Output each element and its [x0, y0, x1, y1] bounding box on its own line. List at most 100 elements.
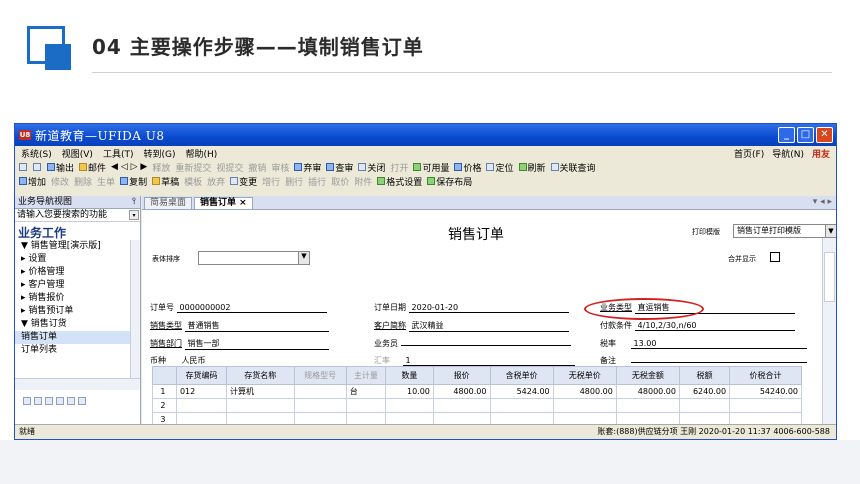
payment-terms-input[interactable]: 4/10,2/30,n/60	[634, 321, 795, 331]
format-settings-button[interactable]: 格式设置	[377, 175, 422, 188]
delete-row-button[interactable]: 删行	[285, 175, 303, 188]
menu-tools[interactable]: 工具(T)	[103, 147, 134, 160]
department-input[interactable]: 销售一部	[184, 338, 329, 350]
add-row-button[interactable]: 增行	[262, 175, 280, 188]
module-icon[interactable]	[23, 397, 31, 405]
salesman-input[interactable]	[400, 345, 571, 346]
release-button[interactable]: 释放	[152, 161, 170, 174]
nav-vertical-scrollbar[interactable]	[130, 240, 140, 378]
exchange-rate-input[interactable]: 1	[402, 356, 575, 366]
column-header[interactable]: 含税单价	[489, 366, 554, 385]
column-header[interactable]: 存货名称	[226, 366, 295, 385]
resubmit-button[interactable]: 重新提交	[175, 161, 211, 174]
column-header[interactable]: 无税金额	[615, 366, 680, 385]
menu-goto[interactable]: 转到(G)	[143, 147, 175, 160]
edit-button[interactable]: 修改	[51, 175, 69, 188]
tax-rate-input[interactable]: 13.00	[630, 339, 807, 349]
template-button[interactable]: 模板	[184, 175, 202, 188]
column-header[interactable]: 数量	[384, 366, 434, 385]
tree-item-sales-ordering[interactable]: ▼ 销售订货	[15, 318, 140, 331]
chevron-down-icon[interactable]: ▼	[825, 225, 836, 237]
nav-horizontal-scrollbar[interactable]	[15, 378, 140, 390]
related-query-button[interactable]: 关联查询	[550, 161, 596, 174]
module-icon[interactable]	[67, 397, 75, 405]
mail-button[interactable]: 邮件	[79, 161, 106, 174]
menu-system[interactable]: 系统(S)	[21, 147, 52, 160]
price-button[interactable]: 价格	[454, 161, 481, 174]
view-submit-button[interactable]: 视提交	[216, 161, 243, 174]
copy-button[interactable]: 复制	[120, 175, 147, 188]
tree-item-sales-management[interactable]: ▼ 销售管理[演示版]	[15, 240, 140, 253]
attachment-button[interactable]: 附件	[354, 175, 372, 188]
customer-input[interactable]: 武汉精益	[408, 320, 569, 332]
function-search-input[interactable]: 请输入您要搜索的功能 ▾	[15, 209, 140, 222]
tab-scroll-icon[interactable]: ▾ ◂ ▸	[813, 197, 832, 207]
maximize-button[interactable]: □	[797, 127, 814, 143]
order-date-input[interactable]: 2020-01-20	[408, 303, 569, 313]
column-header[interactable]: 价税合计	[729, 366, 802, 385]
order-no-input[interactable]: 0000000002	[176, 303, 327, 313]
column-header[interactable]: 报价	[432, 366, 491, 385]
column-header[interactable]: 税额	[678, 366, 731, 385]
pin-icon[interactable]: ⫯	[132, 196, 136, 208]
tab-simple-desktop[interactable]: 简易桌面	[144, 197, 193, 209]
module-icon[interactable]	[45, 397, 53, 405]
check-audit-button[interactable]: 查审	[326, 161, 353, 174]
available-qty-button[interactable]: 可用量	[413, 161, 449, 174]
nav-arrows-icon[interactable]: ◀ ◁ ▷ ▶	[111, 162, 147, 172]
order-lines-table: 存货编码 存货名称 规格型号 主计量 数量 报价 含税单价 无税单价 无税金额 …	[152, 366, 802, 427]
draft-button[interactable]: 草稿	[152, 175, 179, 188]
print-icon[interactable]	[19, 163, 28, 171]
module-icon[interactable]	[78, 397, 86, 405]
tree-item-price-management[interactable]: ▸ 价格管理	[15, 266, 140, 279]
tree-item-settings[interactable]: ▸ 设置	[15, 253, 140, 266]
delete-button[interactable]: 删除	[74, 175, 92, 188]
close-button[interactable]: ✕	[816, 127, 833, 143]
merge-display-checkbox[interactable]	[770, 252, 780, 262]
app-logo-icon: U8	[19, 130, 31, 140]
chevron-down-icon[interactable]: ▾	[129, 210, 139, 220]
remark-input[interactable]	[630, 362, 807, 363]
print-template-select[interactable]: 销售订单打印模版 ▼	[733, 224, 836, 238]
navigation-link[interactable]: 导航(N)	[772, 147, 804, 160]
sort-select[interactable]: ▼	[198, 251, 310, 265]
module-icon[interactable]	[34, 397, 42, 405]
change-button[interactable]: 变更	[230, 175, 257, 188]
insert-row-button[interactable]: 插行	[308, 175, 326, 188]
tree-item-sales-order[interactable]: 销售订单	[15, 331, 140, 344]
module-icon[interactable]	[56, 397, 64, 405]
undo-button[interactable]: 撤销	[248, 161, 266, 174]
tree-item-sales-preorder[interactable]: ▸ 销售预订单	[15, 305, 140, 318]
minimize-button[interactable]: _	[778, 127, 795, 143]
menu-view[interactable]: 视图(V)	[62, 147, 93, 160]
discard-button[interactable]: 放弃	[207, 175, 225, 188]
document-vertical-scrollbar[interactable]	[822, 238, 836, 424]
add-button[interactable]: 增加	[19, 175, 46, 188]
audit-button[interactable]: 审核	[271, 161, 289, 174]
unaudit-button[interactable]: 弃审	[294, 161, 321, 174]
save-layout-button[interactable]: 保存布局	[427, 175, 472, 188]
export-button[interactable]: 输出	[47, 161, 74, 174]
tree-item-customer-management[interactable]: ▸ 客户管理	[15, 279, 140, 292]
fetch-price-button[interactable]: 取价	[331, 175, 349, 188]
chevron-down-icon[interactable]: ▼	[298, 252, 309, 264]
open-button[interactable]: 打开	[390, 161, 408, 174]
home-link[interactable]: 首页(F)	[734, 147, 764, 160]
column-header[interactable]: 规格型号	[293, 366, 347, 385]
generate-button[interactable]: 生单	[97, 175, 115, 188]
tab-sales-order[interactable]: 销售订单 ×	[194, 197, 253, 209]
column-header[interactable]: 主计量	[345, 366, 386, 385]
column-header[interactable]: 存货编码	[175, 366, 228, 385]
locate-button[interactable]: 定位	[486, 161, 514, 174]
sales-type-input[interactable]: 普通销售	[184, 320, 329, 332]
column-header[interactable]: 无税单价	[552, 366, 617, 385]
scrollbar-thumb[interactable]	[824, 252, 835, 302]
close-order-button[interactable]: 关闭	[358, 161, 385, 174]
table-row[interactable]: 1 012 计算机 台 10.00 4800.00 5424.00 4800.0…	[152, 384, 802, 399]
menu-help[interactable]: 帮助(H)	[185, 147, 217, 160]
table-row[interactable]: 2	[152, 398, 802, 413]
preview-icon[interactable]	[33, 163, 42, 171]
refresh-button[interactable]: 刷新	[518, 161, 546, 174]
tree-item-order-list[interactable]: 订单列表	[15, 344, 140, 357]
tree-item-sales-quote[interactable]: ▸ 销售报价	[15, 292, 140, 305]
